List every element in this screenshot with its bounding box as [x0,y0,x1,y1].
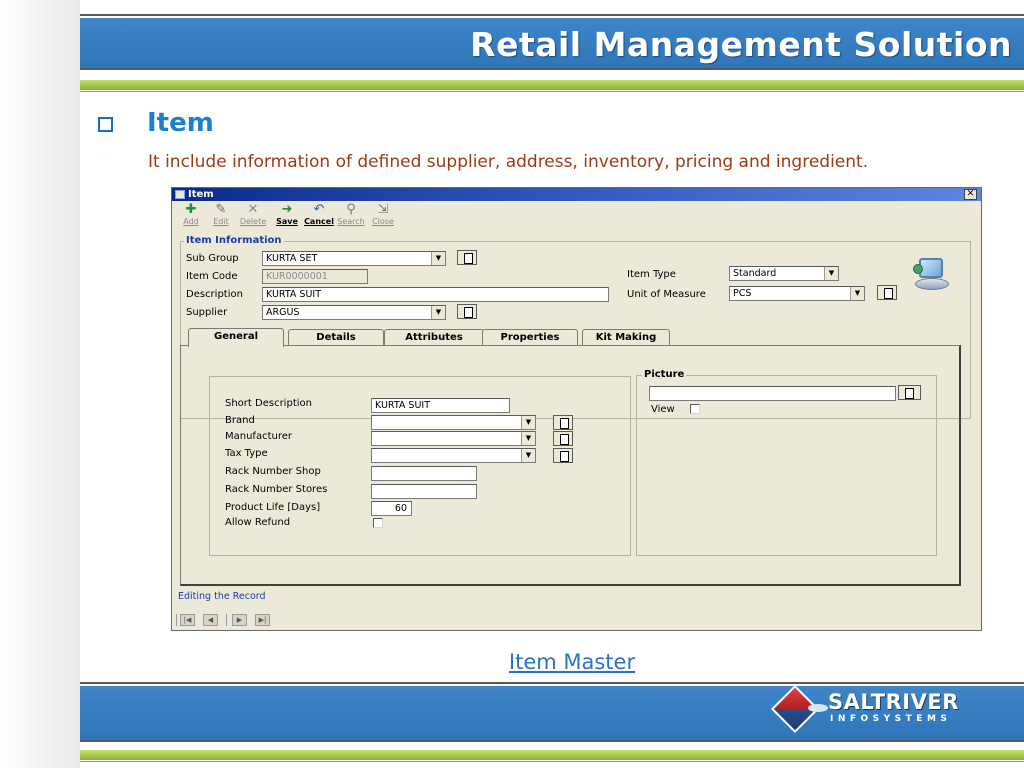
chevron-down-icon[interactable]: ▼ [521,416,535,429]
cancel-icon: ↶ [313,202,325,217]
product-life-label: Product Life [Days] [225,502,321,513]
rack-number-shop-label: Rack Number Shop [225,466,321,477]
chevron-down-icon[interactable]: ▼ [431,306,445,319]
search-icon: ⚲ [346,202,356,217]
tab-attributes[interactable]: Attributes [384,329,484,346]
supplier-new-button[interactable] [457,304,477,319]
delete-button[interactable]: ✕ Delete [238,202,268,227]
search-button[interactable]: ⚲ Search [336,202,366,227]
tab-properties[interactable]: Properties [482,329,578,346]
tab-kit-making[interactable]: Kit Making [582,329,670,346]
supplier-label: Supplier [186,307,228,318]
tax-type-select[interactable]: ▼ [371,448,536,463]
save-button[interactable]: ➜ Save [272,202,302,227]
banner-title: Retail Management Solution [470,25,1012,64]
close-button[interactable]: ⇲ Close [368,202,398,227]
chevron-down-icon[interactable]: ▼ [521,432,535,445]
cancel-button[interactable]: ↶ Cancel [304,202,334,227]
slide-description: It include information of defined suppli… [148,152,869,172]
view-label: View [651,404,675,415]
save-icon: ➜ [281,202,293,217]
add-button[interactable]: ✚ Add [176,202,206,227]
toolbar-label: Cancel [304,217,334,226]
tab-details[interactable]: Details [288,329,384,346]
sub-group-label: Sub Group [186,253,239,264]
saltriver-logo: SALTRIVER INFOSYSTEMS [768,684,978,736]
rack-number-stores-label: Rack Number Stores [225,484,328,495]
picture-path-field[interactable] [649,386,896,401]
brand-new-button[interactable] [553,415,573,430]
toolbar-label: Close [372,217,394,226]
window-title: Item [188,189,214,200]
short-description-field[interactable]: KURTA SUIT [371,398,510,413]
window-app-icon [175,190,185,199]
unit-of-measure-new-button[interactable] [877,285,897,300]
manufacturer-label: Manufacturer [225,431,292,442]
toolbar-label: Delete [239,217,267,226]
item-code-field: KUR0000001 [262,269,368,284]
supplier-select[interactable]: ARGUS ▼ [262,305,446,320]
brand-label: Brand [225,415,255,426]
slide-caption-link[interactable]: Item Master [0,650,1024,674]
bullet-square-icon [98,117,113,132]
computer-icon [913,256,953,294]
toolbar-label: Edit [213,217,229,226]
rack-number-shop-field[interactable] [371,466,477,481]
brand-select[interactable]: ▼ [371,415,536,430]
status-text: Editing the Record [178,591,266,602]
tax-type-new-button[interactable] [553,448,573,463]
slide-heading: Item [147,108,214,138]
sub-group-value: KURTA SET [266,253,318,264]
unit-of-measure-value: PCS [733,288,752,299]
sub-group-new-button[interactable] [457,250,477,265]
item-type-value: Standard [733,268,777,279]
allow-refund-label: Allow Refund [225,517,291,528]
allow-refund-checkbox[interactable] [373,518,383,528]
sub-group-select[interactable]: KURTA SET ▼ [262,251,446,266]
toolbar-label: Save [276,217,298,226]
last-icon[interactable]: ▶| [255,614,270,626]
description-field[interactable]: KURTA SUIT [262,287,609,302]
manufacturer-new-button[interactable] [553,431,573,446]
delete-icon: ✕ [247,202,259,217]
next-icon[interactable]: ▶ [232,614,247,626]
picture-browse-button[interactable]: ... [898,385,921,400]
rack-number-stores-field[interactable] [371,484,477,499]
product-life-field[interactable]: 60 [371,501,412,516]
close-door-icon: ⇲ [377,202,389,217]
window-titlebar: Item ✕ [172,188,981,201]
item-code-label: Item Code [186,271,238,282]
chevron-down-icon[interactable]: ▼ [431,252,445,265]
tax-type-label: Tax Type [225,448,268,459]
supplier-value: ARGUS [266,307,300,318]
short-description-label: Short Description [225,398,312,409]
view-checkbox[interactable] [690,404,700,414]
toolbar-label: Search [337,217,365,226]
item-type-label: Item Type [627,269,676,280]
prev-icon[interactable]: ◀ [203,614,218,626]
edit-button[interactable]: ✎ Edit [206,202,236,227]
description-label: Description [186,289,243,300]
manufacturer-select[interactable]: ▼ [371,431,536,446]
window-close-button[interactable]: ✕ [964,189,977,200]
unit-of-measure-select[interactable]: PCS ▼ [729,286,865,301]
item-information-legend: Item Information [184,235,284,246]
chevron-down-icon[interactable]: ▼ [824,267,838,280]
chevron-down-icon[interactable]: ▼ [521,449,535,462]
picture-legend: Picture [642,369,687,380]
toolbar-label: Add [183,217,199,226]
first-icon[interactable]: |◀ [180,614,195,626]
tab-general[interactable]: General [188,328,284,347]
chevron-down-icon[interactable]: ▼ [850,287,864,300]
unit-of-measure-label: Unit of Measure [627,289,706,300]
add-icon: ✚ [185,202,197,217]
edit-icon: ✎ [215,202,227,217]
item-type-select[interactable]: Standard ▼ [729,266,839,281]
picture-group [636,375,937,556]
